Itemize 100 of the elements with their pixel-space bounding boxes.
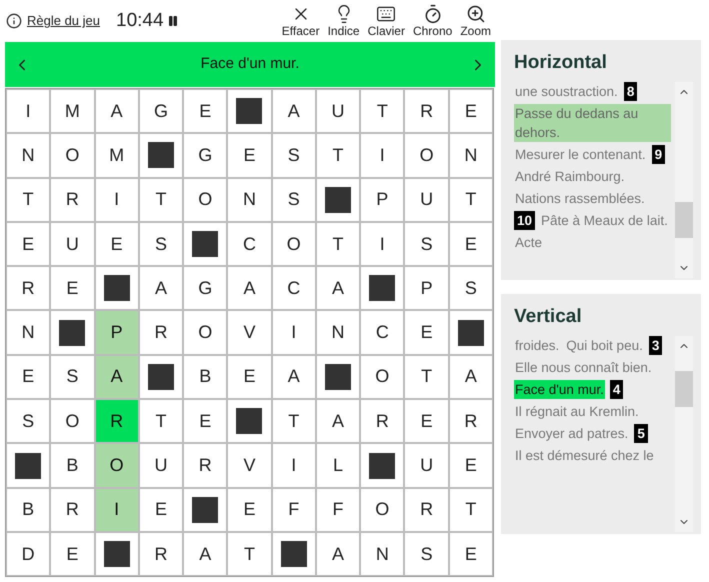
grid-cell[interactable]: C (272, 266, 316, 310)
grid-cell[interactable]: E (183, 89, 228, 134)
clue-text[interactable]: une soustraction. (514, 82, 619, 101)
grid-cell[interactable]: T (316, 133, 360, 178)
grid-cell[interactable]: A (316, 532, 360, 576)
grid-cell[interactable]: E (448, 532, 493, 576)
grid-cell[interactable]: I (272, 310, 316, 355)
grid-cell[interactable]: S (404, 222, 449, 266)
grid-cell[interactable]: N (360, 532, 404, 576)
grid-cell[interactable]: A (272, 354, 316, 400)
grid-cell[interactable]: O (183, 178, 228, 222)
grid-cell[interactable]: T (138, 178, 184, 222)
grid-cell[interactable]: E (227, 354, 272, 400)
clue-text[interactable]: Acte (514, 233, 544, 252)
grid-cell[interactable]: O (360, 354, 404, 400)
grid-cell[interactable]: P (94, 310, 139, 355)
grid-cell[interactable]: G (183, 133, 228, 178)
grid-cell[interactable]: M (94, 133, 139, 178)
grid-cell[interactable]: E (404, 399, 449, 444)
grid-cell[interactable]: I (272, 443, 316, 488)
clue-text[interactable]: Il régnait au Kremlin. (514, 402, 640, 421)
grid-cell[interactable]: S (138, 222, 184, 266)
toolbar-button[interactable]: Indice (326, 4, 361, 38)
grid-cell[interactable]: O (50, 399, 95, 444)
grid-cell[interactable]: C (227, 222, 272, 266)
grid-cell[interactable]: O (183, 310, 228, 355)
clue-text[interactable]: Qui boit peu. (565, 336, 644, 355)
grid-cell[interactable]: R (448, 399, 493, 444)
grid-cell[interactable]: B (183, 354, 228, 400)
grid-cell[interactable]: O (360, 488, 404, 532)
grid-cell[interactable]: I (360, 222, 404, 266)
clue-text[interactable]: froides. (514, 336, 560, 355)
grid-cell[interactable]: A (183, 532, 228, 576)
grid-cell[interactable]: R (6, 266, 50, 310)
grid-cell[interactable]: S (448, 266, 493, 310)
clue-text[interactable]: Face d'un mur. (514, 380, 605, 399)
grid-cell[interactable]: A (138, 266, 184, 310)
clue-text[interactable]: Nations rassemblées. (514, 189, 646, 208)
grid-cell[interactable]: T (404, 354, 449, 400)
grid-cell[interactable]: E (50, 532, 95, 576)
grid-cell[interactable]: S (6, 399, 50, 444)
grid-cell[interactable]: R (404, 89, 449, 134)
clue-text[interactable]: Il est démesuré chez le (514, 446, 655, 465)
clue-text[interactable]: Mesurer le contenant. (514, 145, 647, 164)
grid-cell[interactable]: A (272, 89, 316, 134)
grid-cell[interactable]: E (50, 266, 95, 310)
grid-cell[interactable]: U (316, 89, 360, 134)
grid-cell[interactable]: E (138, 488, 184, 532)
grid-cell[interactable]: U (50, 222, 95, 266)
clue-text[interactable]: Pâte à Meaux de lait. (540, 211, 669, 230)
grid-cell[interactable]: E (183, 399, 228, 444)
toolbar-button[interactable]: Effacer (280, 4, 321, 38)
grid-cell[interactable]: A (227, 266, 272, 310)
toolbar-button[interactable]: Clavier (366, 4, 406, 38)
grid-cell[interactable]: T (272, 399, 316, 444)
pause-icon[interactable] (166, 15, 179, 27)
grid-cell[interactable]: R (138, 532, 184, 576)
grid-cell[interactable]: S (272, 133, 316, 178)
grid-cell[interactable]: R (183, 443, 228, 488)
grid-cell[interactable]: O (94, 443, 139, 488)
grid-cell[interactable]: O (50, 133, 95, 178)
grid-cell[interactable]: R (138, 310, 184, 355)
grid-cell[interactable]: N (227, 178, 272, 222)
grid-cell[interactable]: R (50, 488, 95, 532)
toolbar-button[interactable]: Zoom (459, 4, 492, 38)
info-icon[interactable] (6, 13, 22, 29)
grid-cell[interactable]: A (94, 354, 139, 400)
grid-cell[interactable]: U (138, 443, 184, 488)
grid-cell[interactable]: T (227, 532, 272, 576)
clue-text[interactable]: Envoyer ad patres. (514, 424, 630, 443)
grid-cell[interactable]: B (50, 443, 95, 488)
grid-cell[interactable]: F (272, 488, 316, 532)
grid-cell[interactable]: I (360, 133, 404, 178)
grid-cell[interactable]: E (6, 354, 50, 400)
grid-cell[interactable]: E (6, 222, 50, 266)
grid-cell[interactable]: N (6, 133, 50, 178)
scrollbar[interactable] (675, 336, 693, 532)
grid-cell[interactable]: A (316, 399, 360, 444)
scrollbar-thumb[interactable] (675, 202, 693, 238)
grid-cell[interactable]: E (448, 222, 493, 266)
grid-cell[interactable]: T (448, 178, 493, 222)
grid-cell[interactable]: O (404, 133, 449, 178)
grid-cell[interactable]: E (448, 89, 493, 134)
grid-cell[interactable]: G (183, 266, 228, 310)
grid-cell[interactable]: N (316, 310, 360, 355)
grid-cell[interactable]: E (404, 310, 449, 355)
grid-cell[interactable]: S (50, 354, 95, 400)
grid-cell[interactable]: G (138, 89, 184, 134)
scrollbar[interactable] (675, 82, 693, 278)
grid-cell[interactable]: I (94, 488, 139, 532)
clue-text[interactable]: André Raimbourg. (514, 167, 626, 186)
grid-cell[interactable]: P (404, 266, 449, 310)
grid-cell[interactable]: R (360, 399, 404, 444)
grid-cell[interactable]: E (227, 133, 272, 178)
grid-cell[interactable]: T (448, 488, 493, 532)
grid-cell[interactable]: I (6, 89, 50, 134)
grid-cell[interactable]: U (404, 443, 449, 488)
grid-cell[interactable]: T (138, 399, 184, 444)
grid-cell[interactable]: R (94, 399, 139, 444)
grid-cell[interactable]: O (272, 222, 316, 266)
